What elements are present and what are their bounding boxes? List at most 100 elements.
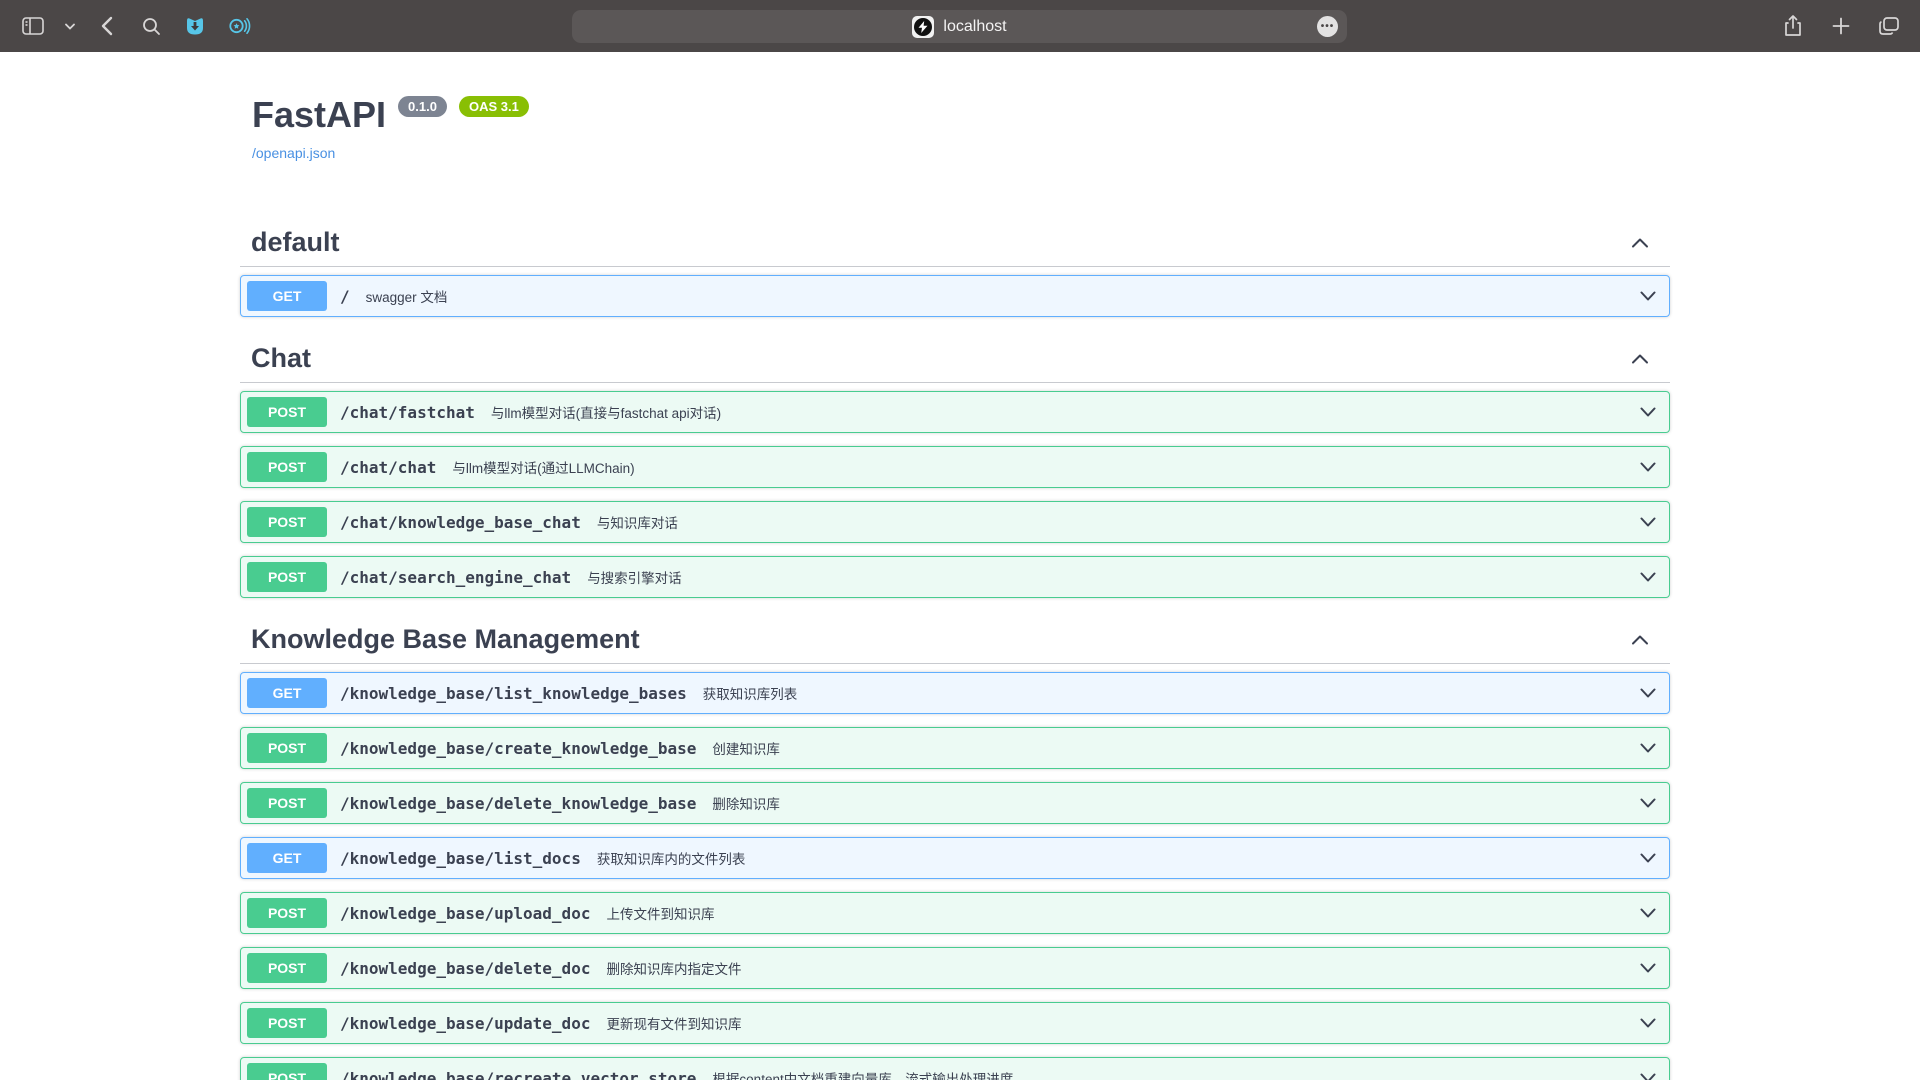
endpoint-row[interactable]: POST /chat/knowledge_base_chat 与知识库对话 <box>240 501 1670 543</box>
url-text: localhost <box>943 18 1006 36</box>
endpoint-description: 删除知识库 <box>712 793 780 813</box>
version-badge: 0.1.0 <box>398 96 447 117</box>
api-section: Knowledge Base Management GET /knowledge… <box>240 624 1670 1080</box>
expand-endpoint-button[interactable] <box>1637 847 1659 869</box>
address-bar[interactable]: localhost ••• <box>572 10 1347 43</box>
expand-endpoint-button[interactable] <box>1637 682 1659 704</box>
endpoint-row[interactable]: POST /knowledge_base/delete_knowledge_ba… <box>240 782 1670 824</box>
expand-endpoint-button[interactable] <box>1637 902 1659 924</box>
api-section: Chat POST /chat/fastchat 与llm模型对话(直接与fas… <box>240 343 1670 598</box>
endpoint-row[interactable]: POST /knowledge_base/upload_doc 上传文件到知识库 <box>240 892 1670 934</box>
method-badge: POST <box>247 1063 327 1080</box>
sidebar-menu-button[interactable] <box>62 11 78 41</box>
endpoint-row[interactable]: POST /knowledge_base/delete_doc 删除知识库内指定… <box>240 947 1670 989</box>
endpoint-description: 更新现有文件到知识库 <box>606 1013 741 1033</box>
endpoint-path: /chat/search_engine_chat <box>340 568 571 587</box>
method-badge: POST <box>247 733 327 763</box>
page-options-button[interactable]: ••• <box>1317 16 1338 37</box>
endpoint-description: 与llm模型对话(通过LLMChain) <box>452 457 634 477</box>
share-button[interactable] <box>1778 11 1808 41</box>
method-badge: GET <box>247 281 327 311</box>
endpoint-path: /knowledge_base/create_knowledge_base <box>340 739 696 758</box>
tab-overview-button[interactable] <box>1874 11 1904 41</box>
endpoint-row[interactable]: POST /chat/search_engine_chat 与搜索引擎对话 <box>240 556 1670 598</box>
chevron-down-icon <box>1637 285 1659 307</box>
page-title: FastAPI 0.1.0 OAS 3.1 <box>252 94 1920 136</box>
endpoint-description: 获取知识库列表 <box>703 683 798 703</box>
site-favicon-icon <box>912 16 934 38</box>
new-tab-button[interactable] <box>1826 11 1856 41</box>
api-section: default GET / swagger 文档 <box>240 227 1670 317</box>
expand-endpoint-button[interactable] <box>1637 511 1659 533</box>
expand-endpoint-button[interactable] <box>1637 737 1659 759</box>
extension-shield-button[interactable] <box>180 11 210 41</box>
extension-rings-icon <box>227 15 251 37</box>
endpoint-path: /chat/knowledge_base_chat <box>340 513 581 532</box>
endpoint-row[interactable]: POST /chat/chat 与llm模型对话(通过LLMChain) <box>240 446 1670 488</box>
chevron-down-icon <box>1637 511 1659 533</box>
api-title-text: FastAPI <box>252 94 386 136</box>
endpoint-row[interactable]: GET / swagger 文档 <box>240 275 1670 317</box>
back-icon <box>101 16 113 36</box>
chevron-up-icon <box>1628 231 1652 255</box>
share-icon <box>1783 14 1803 38</box>
expand-endpoint-button[interactable] <box>1637 285 1659 307</box>
endpoint-row[interactable]: POST /chat/fastchat 与llm模型对话(直接与fastchat… <box>240 391 1670 433</box>
collapse-section-button[interactable] <box>1628 347 1652 371</box>
endpoint-description: 上传文件到知识库 <box>606 903 714 923</box>
chevron-down-icon <box>1637 737 1659 759</box>
chevron-down-icon <box>1637 902 1659 924</box>
api-sections: default GET / swagger 文档 Chat <box>240 227 1670 1080</box>
endpoint-path: /knowledge_base/update_doc <box>340 1014 590 1033</box>
chevron-down-icon <box>1637 1012 1659 1034</box>
section-header[interactable]: Knowledge Base Management <box>240 624 1670 664</box>
endpoint-description: 与llm模型对话(直接与fastchat api对话) <box>491 402 721 422</box>
expand-endpoint-button[interactable] <box>1637 566 1659 588</box>
endpoint-description: 与搜索引擎对话 <box>587 567 682 587</box>
openapi-spec-link[interactable]: /openapi.json <box>252 145 335 161</box>
swagger-page: FastAPI 0.1.0 OAS 3.1 /openapi.json defa… <box>0 94 1920 1080</box>
browser-toolbar: localhost ••• <box>0 0 1920 52</box>
oas-badge: OAS 3.1 <box>459 96 529 117</box>
method-badge: POST <box>247 452 327 482</box>
endpoint-row[interactable]: GET /knowledge_base/list_docs 获取知识库内的文件列… <box>240 837 1670 879</box>
expand-endpoint-button[interactable] <box>1637 401 1659 423</box>
chevron-down-icon <box>65 23 75 30</box>
expand-endpoint-button[interactable] <box>1637 456 1659 478</box>
method-badge: POST <box>247 562 327 592</box>
new-tab-icon <box>1832 17 1850 35</box>
search-icon <box>142 17 161 36</box>
chevron-up-icon <box>1628 347 1652 371</box>
endpoint-description: 根据content中文档重建向量库，流式输出处理进度。 <box>712 1068 1026 1080</box>
endpoint-path: /knowledge_base/list_knowledge_bases <box>340 684 687 703</box>
expand-endpoint-button[interactable] <box>1637 1067 1659 1080</box>
chevron-down-icon <box>1637 401 1659 423</box>
section-title: Chat <box>251 343 311 374</box>
expand-endpoint-button[interactable] <box>1637 957 1659 979</box>
endpoint-row[interactable]: GET /knowledge_base/list_knowledge_bases… <box>240 672 1670 714</box>
extension-rings-button[interactable] <box>224 11 254 41</box>
section-header[interactable]: default <box>240 227 1670 267</box>
extension-shield-icon <box>184 15 206 37</box>
method-badge: GET <box>247 843 327 873</box>
endpoint-description: 删除知识库内指定文件 <box>606 958 741 978</box>
endpoint-row[interactable]: POST /knowledge_base/create_knowledge_ba… <box>240 727 1670 769</box>
chevron-up-icon <box>1628 628 1652 652</box>
method-badge: POST <box>247 788 327 818</box>
endpoint-path: /chat/chat <box>340 458 436 477</box>
chevron-down-icon <box>1637 847 1659 869</box>
api-info: FastAPI 0.1.0 OAS 3.1 /openapi.json <box>252 94 1920 163</box>
method-badge: POST <box>247 507 327 537</box>
collapse-section-button[interactable] <box>1628 628 1652 652</box>
section-title: Knowledge Base Management <box>251 624 640 655</box>
endpoint-row[interactable]: POST /knowledge_base/update_doc 更新现有文件到知… <box>240 1002 1670 1044</box>
expand-endpoint-button[interactable] <box>1637 1012 1659 1034</box>
section-header[interactable]: Chat <box>240 343 1670 383</box>
expand-endpoint-button[interactable] <box>1637 792 1659 814</box>
collapse-section-button[interactable] <box>1628 231 1652 255</box>
search-button[interactable] <box>136 11 166 41</box>
back-button[interactable] <box>92 11 122 41</box>
endpoint-row[interactable]: POST /knowledge_base/recreate_vector_sto… <box>240 1057 1670 1080</box>
chevron-down-icon <box>1637 456 1659 478</box>
sidebar-toggle-button[interactable] <box>18 11 48 41</box>
